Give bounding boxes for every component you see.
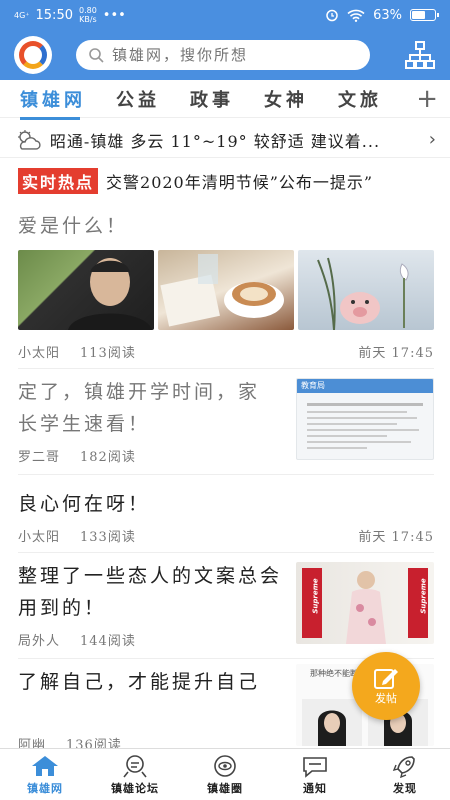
nav-forum[interactable]: 镇雄论坛 bbox=[90, 749, 180, 800]
add-tab-icon[interactable]: + bbox=[412, 84, 438, 114]
article-image-man[interactable] bbox=[18, 250, 154, 330]
post-button[interactable]: 发帖 bbox=[352, 652, 420, 720]
tab-zhengshi[interactable]: 政事 bbox=[190, 86, 234, 112]
search-input[interactable] bbox=[112, 46, 352, 64]
article-author: 局外人 bbox=[18, 634, 61, 649]
category-tabs: 镇雄网 公益 政事 女神 文旅 乡 + bbox=[0, 80, 450, 120]
nav-discover[interactable]: 发现 bbox=[360, 749, 450, 800]
nav-notice[interactable]: 通知 bbox=[270, 749, 360, 800]
bottom-nav: 镇雄网 镇雄论坛 镇雄圈 通知 发现 bbox=[0, 748, 450, 800]
sitemap-icon[interactable] bbox=[404, 39, 436, 71]
image-brand-text-right: Supreme bbox=[419, 578, 428, 614]
article-item[interactable]: 了解自己，才能提升自己 bbox=[18, 666, 288, 698]
chevron-right-icon[interactable]: › bbox=[429, 129, 436, 150]
article-author: 罗二哥 bbox=[18, 450, 61, 465]
article-item[interactable]: 定了，镇雄开学时间，家长学生速看！ bbox=[18, 376, 278, 440]
article-item[interactable]: 良心何在呀！ bbox=[18, 488, 434, 520]
article-image-coffee[interactable] bbox=[158, 250, 294, 330]
article-image-fashion[interactable]: Supreme Supreme bbox=[296, 562, 434, 644]
status-bar: 4G⁺ 15:50 0.80 KB/s ••• 63% bbox=[0, 0, 450, 30]
article-item[interactable]: 整理了一些态人的文案总会用到的！ bbox=[18, 560, 288, 624]
forum-icon bbox=[123, 754, 147, 777]
alarm-icon bbox=[326, 9, 338, 22]
tab-wenlv[interactable]: 文旅 bbox=[338, 86, 382, 112]
cloudy-icon bbox=[17, 129, 41, 150]
edit-icon bbox=[374, 669, 398, 689]
search-box[interactable] bbox=[76, 40, 370, 70]
nav-circle[interactable]: 镇雄圈 bbox=[180, 749, 270, 800]
article-author: 小太阳 bbox=[18, 530, 61, 545]
network-speed-value: 0.80 bbox=[78, 6, 97, 15]
document-lines-icon bbox=[307, 403, 423, 449]
coffee-photo-icon bbox=[160, 254, 284, 327]
divider bbox=[18, 474, 434, 475]
hot-news-tag: 实时热点 bbox=[18, 168, 99, 194]
weather-text: 昭通-镇雄 多云 11°~19° 较舒适 建议着... bbox=[49, 131, 381, 151]
wifi-icon bbox=[347, 9, 365, 22]
nav-circle-label: 镇雄圈 bbox=[207, 781, 243, 795]
article-title: 了解自己，才能提升自己 bbox=[18, 671, 261, 693]
article-item[interactable]: 爱是什么！ bbox=[18, 210, 434, 242]
article-meta: 小太阳 133阅读 前天 17:45 bbox=[18, 526, 434, 545]
rocket-icon bbox=[392, 755, 415, 778]
article-time: 前天 17:45 bbox=[358, 530, 434, 545]
article-author: 小太阳 bbox=[18, 346, 61, 361]
article-meta: 局外人 144阅读 bbox=[18, 630, 288, 649]
circle-icon bbox=[214, 754, 236, 777]
status-time: 15:50 bbox=[35, 7, 73, 23]
divider bbox=[18, 368, 434, 369]
article-title: 整理了一些态人的文案总会用到的！ bbox=[18, 565, 283, 619]
network-indicator: 4G⁺ bbox=[14, 10, 30, 20]
home-icon bbox=[32, 755, 58, 776]
search-icon bbox=[89, 48, 104, 63]
tab-zhenxiong[interactable]: 镇雄网 bbox=[20, 86, 86, 120]
article-time: 前天 17:45 bbox=[358, 346, 434, 361]
app-logo[interactable] bbox=[14, 36, 52, 74]
person-photo-icon bbox=[68, 258, 152, 330]
divider bbox=[18, 552, 434, 553]
article-title: 爱是什么！ bbox=[18, 215, 129, 237]
article-image-pig[interactable] bbox=[298, 250, 434, 330]
notification-dots: ••• bbox=[102, 7, 126, 23]
article-views: 182阅读 bbox=[80, 450, 136, 465]
weather-bar[interactable]: 昭通-镇雄 多云 11°~19° 较舒适 建议着... › bbox=[0, 122, 450, 158]
image-brand-text-left: Supreme bbox=[311, 578, 320, 614]
message-icon bbox=[303, 756, 327, 778]
nav-home[interactable]: 镇雄网 bbox=[0, 749, 90, 800]
article-views: 144阅读 bbox=[80, 634, 136, 649]
hot-news-title: 交警2020年清明节候”公布一提示” bbox=[106, 173, 374, 192]
battery-icon bbox=[410, 9, 439, 21]
article-title: 良心何在呀！ bbox=[18, 493, 151, 515]
post-button-label: 发帖 bbox=[375, 692, 397, 705]
nav-notice-label: 通知 bbox=[303, 781, 327, 795]
pig-toy-photo-icon bbox=[317, 257, 409, 330]
document-header: 教育局 bbox=[297, 379, 433, 393]
article-views: 113阅读 bbox=[80, 346, 136, 361]
battery-percent: 63% bbox=[373, 7, 402, 23]
article-image-document[interactable]: 教育局 bbox=[296, 378, 434, 460]
article-title: 定了，镇雄开学时间，家长学生速看！ bbox=[18, 381, 261, 435]
network-speed: 0.80 KB/s bbox=[79, 6, 97, 24]
tab-gongyi[interactable]: 公益 bbox=[116, 86, 160, 112]
article-views: 133阅读 bbox=[80, 530, 136, 545]
tab-nvshen[interactable]: 女神 bbox=[264, 86, 308, 112]
network-speed-unit: KB/s bbox=[79, 15, 97, 24]
nav-forum-label: 镇雄论坛 bbox=[111, 781, 159, 795]
hot-news[interactable]: 实时热点 交警2020年清明节候”公布一提示” bbox=[18, 168, 373, 194]
nav-home-label: 镇雄网 bbox=[27, 781, 63, 795]
article-meta: 罗二哥 182阅读 bbox=[18, 446, 278, 465]
article-meta: 小太阳 113阅读 前天 17:45 bbox=[18, 342, 434, 361]
top-bar bbox=[0, 30, 450, 80]
nav-discover-label: 发现 bbox=[393, 781, 417, 795]
